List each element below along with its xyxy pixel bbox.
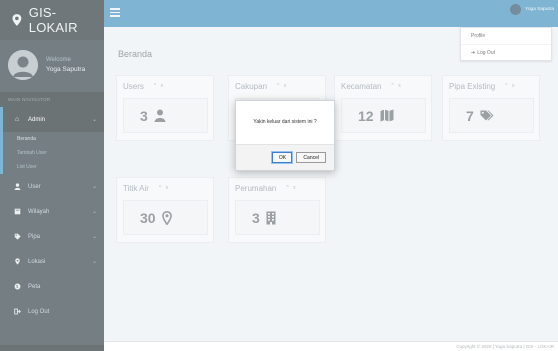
ok-button[interactable]: OK	[271, 151, 294, 164]
confirm-dialog: Yakin keluar dari sistem ini ? OK Cancel	[235, 100, 335, 171]
confirm-message: Yakin keluar dari sistem ini ?	[253, 119, 317, 125]
dialog-actions: OK Cancel	[236, 144, 334, 170]
cancel-button[interactable]: Cancel	[296, 152, 326, 163]
modal-overlay	[0, 0, 558, 351]
